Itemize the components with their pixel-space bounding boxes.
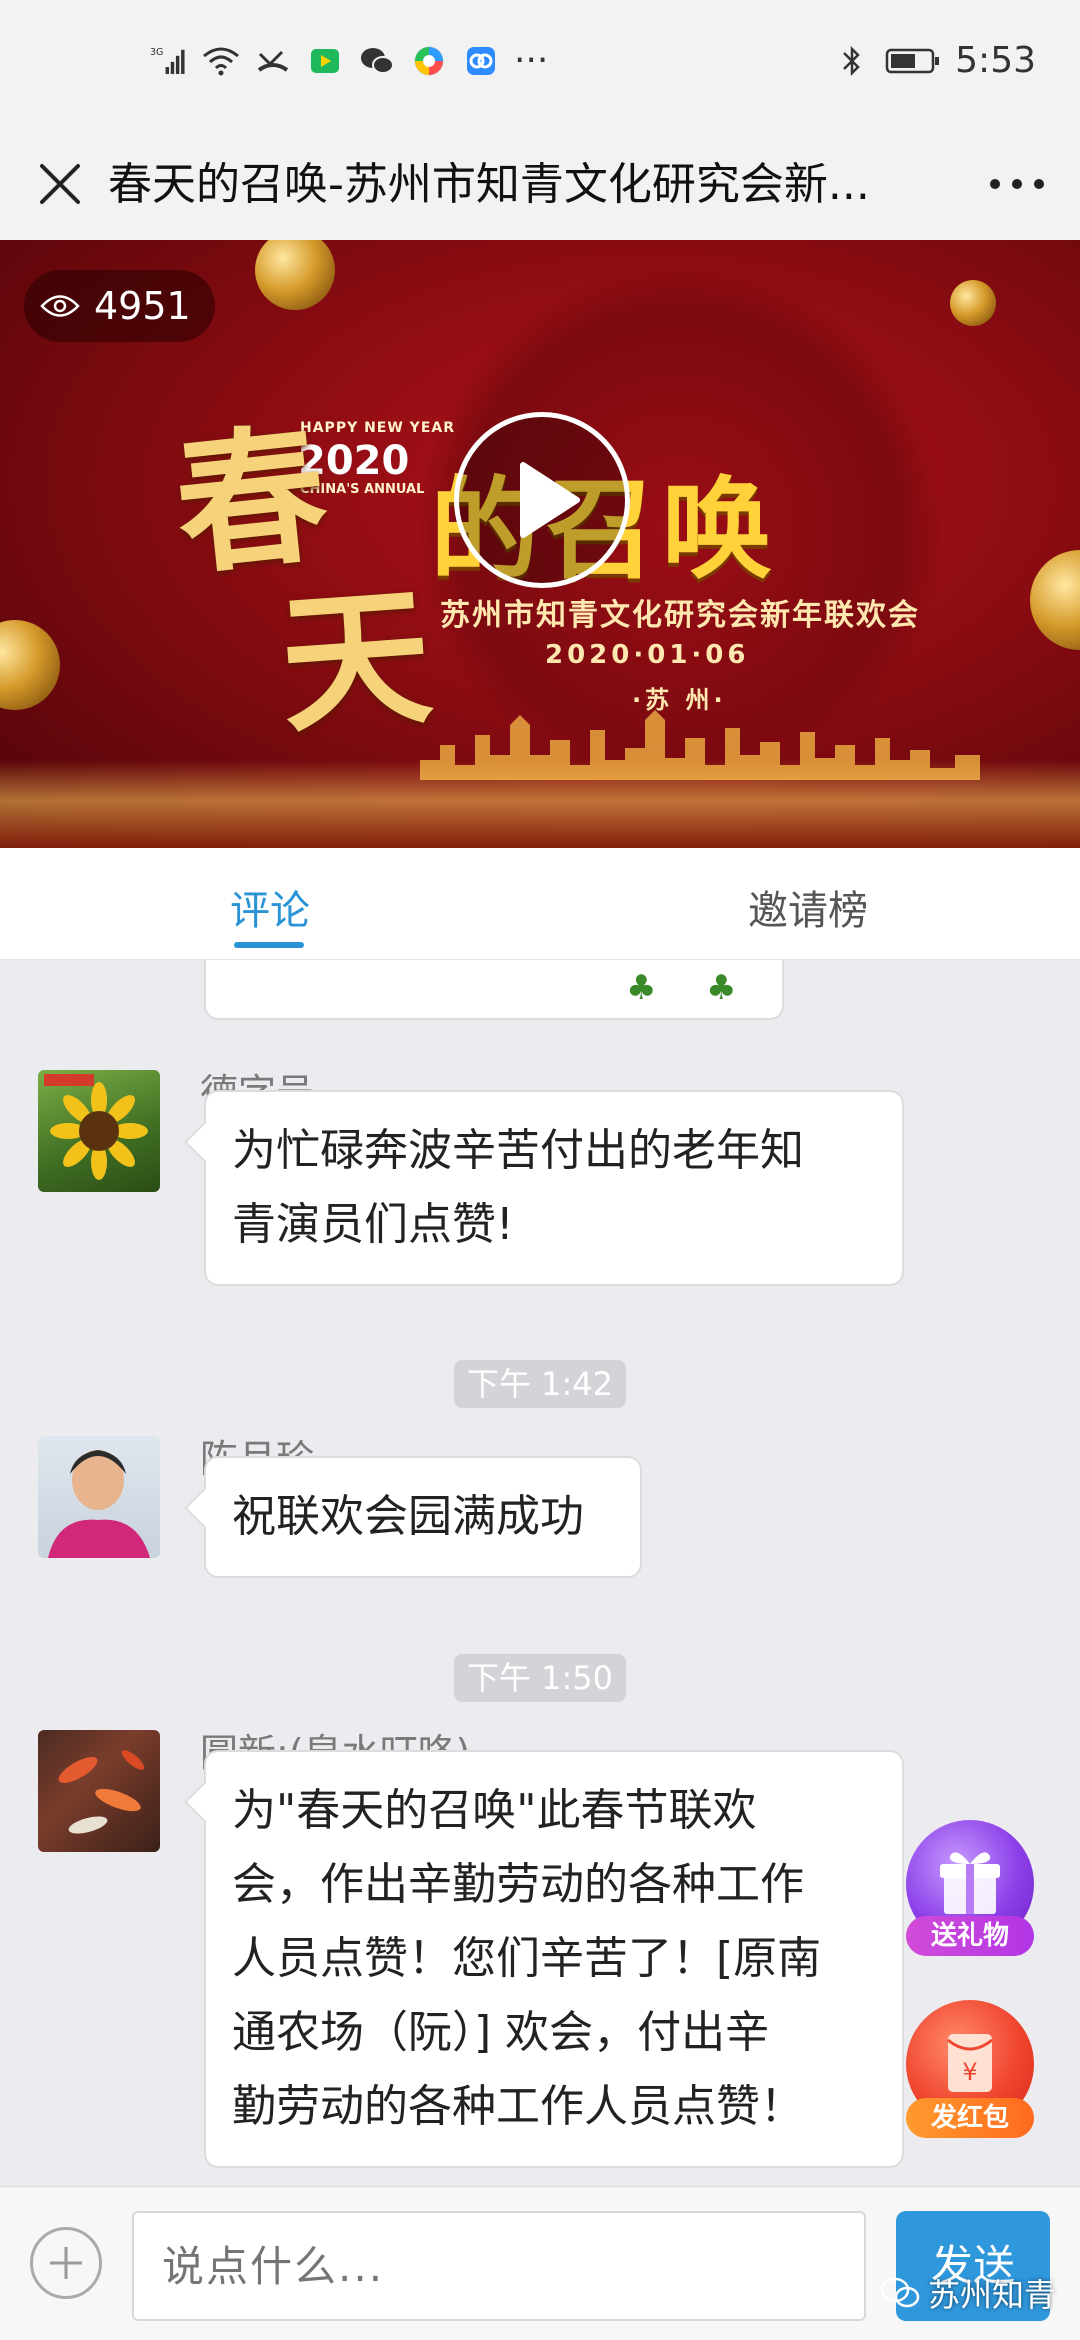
poster-ornament xyxy=(0,620,60,710)
close-button[interactable] xyxy=(28,152,92,216)
video-app-icon xyxy=(306,42,344,80)
poster-tian: 天 xyxy=(274,567,437,754)
comment-text: 为忙碌奔波辛苦付出的老年知 xyxy=(232,1125,804,1176)
nav-bar: 春天的召唤-苏州市知青文化研究会新... xyxy=(0,130,1080,240)
poster-place: ·苏 州· xyxy=(632,686,727,714)
comment-input[interactable] xyxy=(132,2211,866,2321)
poster-date: 2020·01·06 xyxy=(545,640,750,670)
poster-ornament xyxy=(255,240,335,310)
comment-bubble: 祝联欢会园满成功 xyxy=(204,1456,642,1578)
comment-text: 祝联欢会园满成功 xyxy=(232,1491,584,1542)
red-packet-label[interactable]: 发红包 xyxy=(906,2098,1034,2138)
poster-ornament xyxy=(1030,550,1080,650)
tab-comments[interactable]: 评论 xyxy=(230,878,310,936)
status-right: 5:53 xyxy=(833,40,1036,81)
plus-icon xyxy=(50,2247,82,2279)
tab-invite-ranking[interactable]: 邀请榜 xyxy=(748,878,868,936)
avatar[interactable] xyxy=(38,1436,160,1558)
add-button[interactable] xyxy=(30,2227,102,2299)
browser-icon xyxy=(410,42,448,80)
page-title: 春天的召唤-苏州市知青文化研究会新... xyxy=(108,159,870,210)
status-time: 5:53 xyxy=(955,40,1036,81)
play-button[interactable] xyxy=(454,412,630,588)
avatar[interactable] xyxy=(38,1730,160,1852)
eye-icon xyxy=(40,295,80,317)
poster-ornament xyxy=(950,280,996,326)
status-left: 3G ··· xyxy=(150,40,548,81)
app-icon xyxy=(462,42,500,80)
comment-bubble-partial: ♣ ♣ xyxy=(204,960,784,1020)
view-count: 4951 xyxy=(94,284,191,328)
poster-happy-new-year: HAPPY NEW YEAR xyxy=(300,420,455,436)
status-bar: 3G ··· 5:53 xyxy=(0,0,1080,130)
more-button[interactable] xyxy=(982,152,1052,216)
account-watermark: 苏州知青 xyxy=(880,2268,1056,2318)
comment-text: 会，作出辛勤劳动的各种工作 xyxy=(232,1859,804,1910)
watermark-text: 苏州知青 xyxy=(928,2276,1057,2314)
comment-text: 为"春天的召唤"此春节联欢 xyxy=(232,1785,757,1836)
comment-text: 人员点赞！您们辛苦了！[原南 xyxy=(232,1933,822,1984)
wechat-logo-icon xyxy=(880,2277,920,2308)
battery-icon xyxy=(885,42,941,80)
tree-emoji-icon: ♣ xyxy=(706,968,737,1008)
avatar[interactable] xyxy=(38,1070,160,1192)
signal-icon: 3G xyxy=(150,42,188,80)
wechat-icon xyxy=(358,42,396,80)
tab-bar: 评论 邀请榜 xyxy=(0,848,1080,960)
comment-bubble: 为忙碌奔波辛苦付出的老年知 青演员们点赞! xyxy=(204,1090,904,1286)
wifi-icon xyxy=(202,42,240,80)
send-gift-label[interactable]: 送礼物 xyxy=(906,1916,1034,1956)
poster-glow xyxy=(0,760,1080,848)
play-icon xyxy=(520,462,580,538)
video-player[interactable]: HAPPY NEW YEAR 2020 CHINA'S ANNUAL 春 天 的… xyxy=(0,240,1080,848)
more-icon xyxy=(990,179,1044,189)
timestamp: 下午 1:50 xyxy=(454,1654,626,1702)
close-icon xyxy=(40,164,80,204)
sunflower-image xyxy=(44,1074,148,1180)
comment-text: 通农场（阮）] 欢会，付出辛 xyxy=(232,2007,770,2058)
missed-call-icon xyxy=(254,42,292,80)
status-more: ··· xyxy=(514,40,549,81)
comment-bubble: 为"春天的召唤"此春节联欢 会，作出辛勤劳动的各种工作 人员点赞！您们辛苦了！[… xyxy=(204,1750,904,2168)
bluetooth-icon xyxy=(833,42,871,80)
tree-emoji-icon: ♣ xyxy=(626,968,657,1008)
comment-text: 勤劳动的各种工作人员点赞！ xyxy=(232,2081,804,2132)
comment-text: 青演员们点赞! xyxy=(232,1199,514,1250)
view-count-badge: 4951 xyxy=(24,270,215,342)
svg-text:3G: 3G xyxy=(150,46,163,57)
koi-fish-image xyxy=(58,1750,145,1834)
person-photo xyxy=(48,1450,150,1558)
timestamp: 下午 1:42 xyxy=(454,1360,626,1408)
yuan-symbol: ¥ xyxy=(962,2058,977,2086)
active-tab-indicator xyxy=(234,942,304,948)
poster-subtitle: 苏州市知青文化研究会新年联欢会 xyxy=(440,598,920,633)
